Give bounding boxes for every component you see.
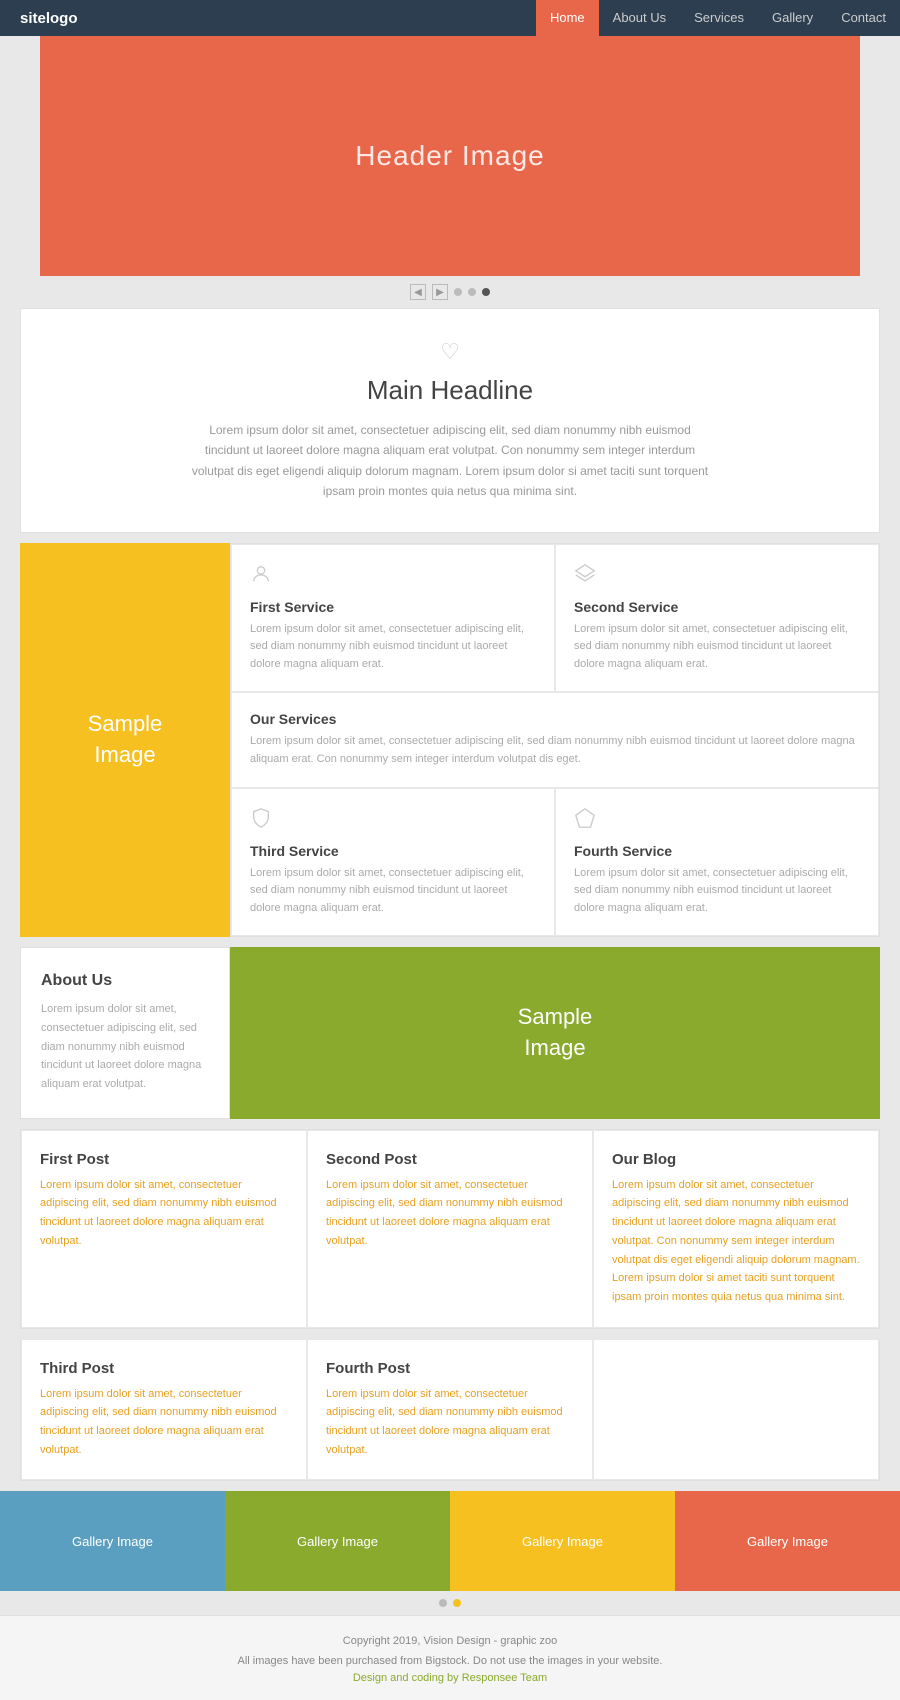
our-blog-title: Our Blog [612, 1151, 860, 1168]
fourth-post-text: Lorem ipsum dolor sit amet, consectetuer… [326, 1385, 574, 1460]
blog-empty [593, 1339, 879, 1481]
layers-icon [574, 563, 860, 591]
first-service-text: Lorem ipsum dolor sit amet, consectetuer… [250, 621, 536, 674]
sample-image-1: SampleImage [20, 543, 230, 938]
blog-our-blog: Our Blog Lorem ipsum dolor sit amet, con… [593, 1130, 879, 1328]
our-services-text: Lorem ipsum dolor sit amet, consectetuer… [250, 733, 860, 768]
second-post-text: Lorem ipsum dolor sit amet, consectetuer… [326, 1176, 574, 1251]
carousel-dot-1[interactable] [454, 288, 462, 296]
third-post-text: Lorem ipsum dolor sit amet, consectetuer… [40, 1385, 288, 1460]
gallery-dot-2[interactable] [453, 1599, 461, 1607]
carousel-dot-3[interactable] [482, 288, 490, 296]
fourth-service-text: Lorem ipsum dolor sit amet, consectetuer… [574, 865, 860, 918]
first-post-text: Lorem ipsum dolor sit amet, consectetuer… [40, 1176, 288, 1251]
about-title: About Us [41, 972, 209, 990]
footer-line3: Design and coding by Responsee Team [0, 1672, 900, 1684]
main-headline: Main Headline [61, 375, 839, 406]
carousel-next[interactable]: ▶ [432, 284, 448, 300]
gallery-section: Gallery Image Gallery Image Gallery Imag… [0, 1491, 900, 1591]
gallery-controls [0, 1591, 900, 1615]
second-service-text: Lorem ipsum dolor sit amet, consectetuer… [574, 621, 860, 674]
second-post-title: Second Post [326, 1151, 574, 1168]
carousel-controls: ◀ ▶ [0, 276, 900, 308]
blog-second-post: Second Post Lorem ipsum dolor sit amet, … [307, 1130, 593, 1328]
hero-image: Header Image [40, 36, 860, 276]
nav-home[interactable]: Home [536, 0, 599, 36]
footer: Copyright 2019, Vision Design - graphic … [0, 1615, 900, 1700]
gallery-dot-1[interactable] [439, 1599, 447, 1607]
footer-line2: All images have been purchased from Bigs… [0, 1652, 900, 1672]
our-services: Our Services Lorem ipsum dolor sit amet,… [231, 692, 879, 787]
nav-links: Home About Us Services Gallery Contact [536, 0, 900, 36]
our-blog-text: Lorem ipsum dolor sit amet, consectetuer… [612, 1176, 860, 1307]
service-first: First Service Lorem ipsum dolor sit amet… [231, 544, 555, 693]
gallery-image-3[interactable]: Gallery Image [450, 1491, 675, 1591]
blog-section-row2: Third Post Lorem ipsum dolor sit amet, c… [20, 1339, 880, 1482]
nav-gallery[interactable]: Gallery [758, 0, 827, 36]
service-third: Third Service Lorem ipsum dolor sit amet… [231, 788, 555, 937]
user-icon [250, 563, 536, 591]
third-post-title: Third Post [40, 1360, 288, 1377]
blog-fourth-post: Fourth Post Lorem ipsum dolor sit amet, … [307, 1339, 593, 1481]
heart-icon: ♡ [61, 339, 839, 365]
shield-icon [250, 807, 536, 835]
blog-third-post: Third Post Lorem ipsum dolor sit amet, c… [21, 1339, 307, 1481]
blog-first-post: First Post Lorem ipsum dolor sit amet, c… [21, 1130, 307, 1328]
second-service-title: Second Service [574, 599, 860, 615]
gallery-image-4[interactable]: Gallery Image [675, 1491, 900, 1591]
service-fourth: Fourth Service Lorem ipsum dolor sit ame… [555, 788, 879, 937]
services-grid: First Service Lorem ipsum dolor sit amet… [230, 543, 880, 938]
carousel-dot-2[interactable] [468, 288, 476, 296]
blog-section-row1: First Post Lorem ipsum dolor sit amet, c… [20, 1129, 880, 1329]
hero-text: Header Image [355, 140, 544, 172]
service-second: Second Service Lorem ipsum dolor sit ame… [555, 544, 879, 693]
about-box: About Us Lorem ipsum dolor sit amet, con… [20, 947, 230, 1118]
nav-contact[interactable]: Contact [827, 0, 900, 36]
sample-image-2: SampleImage [230, 947, 880, 1118]
nav-services[interactable]: Services [680, 0, 758, 36]
first-post-title: First Post [40, 1151, 288, 1168]
diamond-icon [574, 807, 860, 835]
nav-about[interactable]: About Us [599, 0, 680, 36]
about-text: Lorem ipsum dolor sit amet, consectetuer… [41, 1000, 209, 1093]
about-section: About Us Lorem ipsum dolor sit amet, con… [20, 947, 880, 1118]
our-services-title: Our Services [250, 711, 860, 727]
fourth-post-title: Fourth Post [326, 1360, 574, 1377]
footer-copyright: Copyright 2019, Vision Design - graphic … [0, 1632, 900, 1652]
site-logo: sitelogo [0, 10, 98, 27]
navigation: sitelogo Home About Us Services Gallery … [0, 0, 900, 36]
fourth-service-title: Fourth Service [574, 843, 860, 859]
third-service-title: Third Service [250, 843, 536, 859]
headline-section: ♡ Main Headline Lorem ipsum dolor sit am… [20, 308, 880, 533]
third-service-text: Lorem ipsum dolor sit amet, consectetuer… [250, 865, 536, 918]
services-section: SampleImage First Service Lorem ipsum do… [20, 543, 880, 938]
carousel-prev[interactable]: ◀ [410, 284, 426, 300]
gallery-image-2[interactable]: Gallery Image [225, 1491, 450, 1591]
gallery-image-1[interactable]: Gallery Image [0, 1491, 225, 1591]
first-service-title: First Service [250, 599, 536, 615]
headline-body: Lorem ipsum dolor sit amet, consectetuer… [190, 420, 710, 502]
